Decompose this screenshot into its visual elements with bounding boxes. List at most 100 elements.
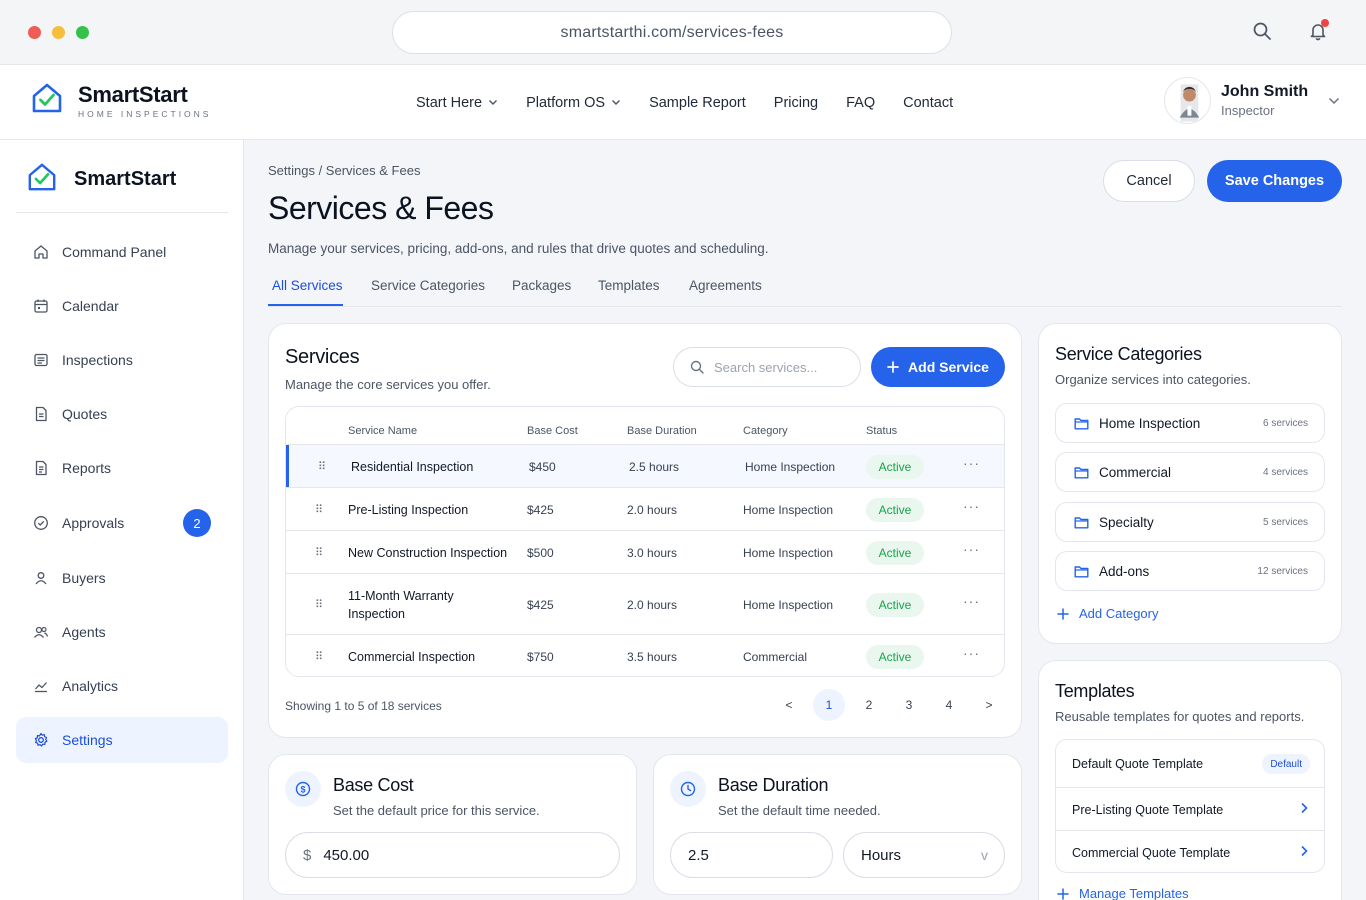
template-item[interactable]: Default Quote Template Default [1056, 742, 1324, 786]
template-name: Default Quote Template [1072, 757, 1204, 771]
table-row[interactable]: ⠿ Commercial Inspection $750 3.5 hours Comme… [286, 634, 1004, 676]
tab-all-services[interactable]: All Services [272, 278, 343, 293]
duration-unit-select[interactable]: Hours v [843, 832, 1005, 878]
base-cost-input[interactable]: $ 450.00 [285, 832, 620, 878]
more-options-icon[interactable]: ··· [963, 498, 980, 514]
category-item[interactable]: Home Inspection 6 services [1055, 403, 1325, 443]
manage-templates-link[interactable]: Manage Templates [1057, 886, 1189, 900]
more-options-icon[interactable]: ··· [963, 645, 980, 661]
status-badge: Active [866, 497, 924, 522]
url-bar[interactable]: smartstarthi.com/services-fees [392, 11, 952, 54]
services-table: Service Name Base Cost Base Duration Cat… [285, 406, 1005, 677]
templates-subtitle: Reusable templates for quotes and report… [1055, 709, 1305, 724]
plus-icon [887, 361, 899, 373]
nav-link-sample-report[interactable]: Sample Report [649, 95, 746, 111]
user-menu[interactable]: John Smith Inspector [1164, 77, 1340, 124]
nav-link-contact[interactable]: Contact [903, 95, 953, 111]
window-maximize-dot[interactable] [76, 26, 89, 39]
brand-name: SmartStart [78, 81, 188, 107]
table-row[interactable]: ⠿ Residential Inspection $450 2.5 hours Home… [286, 444, 1004, 488]
save-changes-button[interactable]: Save Changes [1207, 160, 1342, 202]
sidebar-item-analytics[interactable]: Analytics [16, 663, 228, 709]
tab-agreements[interactable]: Agreements [689, 278, 762, 293]
column-header: Status [866, 425, 898, 437]
more-options-icon[interactable]: ··· [963, 455, 980, 471]
currency-symbol: $ [303, 846, 312, 864]
tab-templates[interactable]: Templates [598, 278, 660, 293]
tab-service-categories[interactable]: Service Categories [371, 278, 485, 293]
avatar [1164, 77, 1211, 124]
browser-chrome: smartstarthi.com/services-fees [0, 0, 1366, 65]
template-item[interactable]: Commercial Quote Template [1056, 830, 1324, 872]
more-options-icon[interactable]: ··· [963, 593, 980, 609]
add-category-link[interactable]: Add Category [1057, 606, 1159, 621]
prev-page-button[interactable]: < [773, 689, 805, 721]
brand-logo[interactable]: SmartStart HOME INSPECTIONS [30, 82, 211, 119]
tab-packages[interactable]: Packages [512, 278, 571, 293]
nav-link-pricing[interactable]: Pricing [774, 95, 818, 111]
sidebar-item-command-panel[interactable]: Command Panel [16, 229, 228, 275]
sidebar-item-calendar[interactable]: Calendar [16, 283, 228, 329]
template-name: Pre-Listing Quote Template [1072, 802, 1224, 817]
category-count: 5 services [1262, 516, 1308, 528]
sidebar-item-settings[interactable]: Settings [16, 717, 228, 763]
nav-link-faq[interactable]: FAQ [846, 95, 875, 111]
drag-handle-icon[interactable]: ⠿ [315, 598, 323, 611]
nav-link-platform-os[interactable]: Platform OS [526, 95, 621, 111]
template-item[interactable]: Pre-Listing Quote Template [1056, 787, 1324, 831]
category-count: 12 services [1257, 565, 1308, 577]
table-row[interactable]: ⠿ 11-Month Warranty Inspection $425 2.0 hou… [286, 573, 1004, 634]
sidebar-item-agents[interactable]: Agents [16, 609, 228, 655]
sidebar-item-buyers[interactable]: Buyers [16, 555, 228, 601]
cancel-button[interactable]: Cancel [1103, 160, 1195, 202]
sidebar-item-quotes[interactable]: Quotes [16, 391, 228, 437]
house-check-icon [26, 162, 58, 197]
category-item[interactable]: Commercial 4 services [1055, 452, 1325, 492]
notification-dot [1321, 19, 1329, 27]
sidebar-item-inspections[interactable]: Inspections [16, 337, 228, 383]
base-duration-input[interactable]: 2.5 [670, 832, 833, 878]
status-badge: Active [866, 592, 924, 617]
sidebar: SmartStart Command Panel Calendar Inspecti… [0, 140, 244, 900]
clock-icon [670, 771, 706, 807]
sidebar-item-reports[interactable]: Reports [16, 445, 228, 491]
nav-link-start-here[interactable]: Start Here [416, 95, 498, 111]
plus-icon [1057, 887, 1069, 900]
page-button[interactable]: 4 [933, 689, 965, 721]
categories-title: Service Categories [1055, 344, 1202, 364]
sidebar-item-approvals[interactable]: Approvals 2 [16, 500, 228, 546]
chevron-down-icon[interactable] [1328, 92, 1340, 110]
drag-handle-icon[interactable]: ⠿ [315, 650, 323, 663]
sidebar-brand[interactable]: SmartStart [26, 162, 176, 197]
manage-templates-label: Manage Templates [1079, 886, 1189, 900]
drag-handle-icon[interactable]: ⠿ [315, 546, 323, 559]
users-icon [33, 624, 49, 640]
table-row[interactable]: ⠿ New Construction Inspection $500 3.0 hour… [286, 530, 1004, 573]
category-item[interactable]: Specialty 5 services [1055, 502, 1325, 542]
page-button[interactable]: 3 [893, 689, 925, 721]
next-page-button[interactable]: > [973, 689, 1005, 721]
column-header: Category [743, 425, 788, 437]
category-item[interactable]: Add-ons 12 services [1055, 551, 1325, 591]
more-options-icon[interactable]: ··· [963, 541, 980, 557]
search-icon[interactable] [1252, 21, 1274, 43]
page-button[interactable]: 2 [853, 689, 885, 721]
window-minimize-dot[interactable] [52, 26, 65, 39]
column-header: Service Name [348, 425, 418, 437]
page-button[interactable]: 1 [813, 689, 845, 721]
chart-icon [33, 678, 49, 694]
base-duration-title: Base Duration [718, 775, 829, 795]
service-name: Commercial Inspection [348, 649, 476, 664]
drag-handle-icon[interactable]: ⠿ [318, 460, 326, 473]
nav-link-label: FAQ [846, 94, 876, 111]
sidebar-item-label: Agents [62, 624, 106, 640]
add-service-button[interactable]: Add Service [871, 347, 1005, 387]
svg-text:$: $ [300, 784, 305, 794]
window-close-dot[interactable] [28, 26, 41, 39]
search-input[interactable]: Search services... [673, 347, 861, 387]
service-category: Home Inspection [743, 597, 834, 612]
status-badge: Active [866, 644, 924, 669]
drag-handle-icon[interactable]: ⠿ [315, 503, 323, 516]
category-name: Specialty [1099, 514, 1154, 530]
table-row[interactable]: ⠿ Pre-Listing Inspection $425 2.0 hours Home… [286, 487, 1004, 530]
